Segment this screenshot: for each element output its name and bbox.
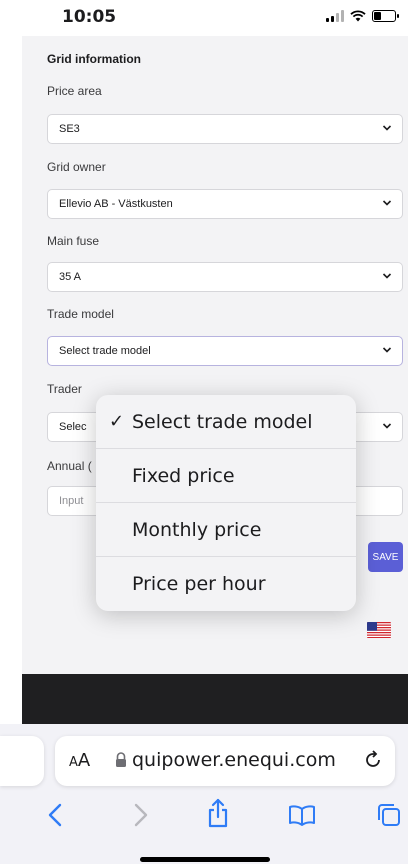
- main-fuse-select[interactable]: 35 A: [47, 262, 403, 292]
- reader-settings-button[interactable]: AA: [69, 750, 90, 771]
- trader-value: Selec: [59, 421, 87, 433]
- chevron-down-icon: [382, 347, 392, 353]
- trade-model-dropdown: ✓ Select trade model Fixed price Monthly…: [96, 395, 356, 611]
- price-area-select[interactable]: SE3: [47, 114, 403, 144]
- browser-nav-icons: [0, 798, 408, 834]
- reload-icon[interactable]: [361, 748, 385, 772]
- dropdown-option-label: Select trade model: [132, 410, 313, 433]
- main-fuse-value: 35 A: [59, 271, 82, 283]
- home-indicator: [140, 857, 270, 862]
- section-title: Grid information: [47, 52, 141, 66]
- price-area-value: SE3: [59, 123, 80, 135]
- chevron-down-icon: [382, 125, 392, 131]
- dropdown-option-monthly-price[interactable]: Monthly price: [96, 503, 356, 557]
- page-footer-band: [22, 674, 408, 724]
- annual-consumption-placeholder: Input: [59, 495, 84, 507]
- checkmark-icon: ✓: [109, 411, 125, 432]
- lock-icon: [116, 752, 126, 767]
- save-button[interactable]: SAVE: [368, 542, 403, 572]
- address-bar[interactable]: AA quipower.enequi.com: [55, 736, 395, 786]
- dropdown-option-select-trade-model[interactable]: ✓ Select trade model: [96, 395, 356, 449]
- wifi-icon: [350, 10, 366, 22]
- dropdown-option-fixed-price[interactable]: Fixed price: [96, 449, 356, 503]
- price-area-label: Price area: [47, 84, 102, 98]
- forward-icon[interactable]: [132, 802, 150, 828]
- status-bar: 10:05: [0, 0, 408, 36]
- chevron-down-icon: [382, 423, 392, 429]
- dropdown-option-label: Monthly price: [132, 518, 262, 541]
- trade-model-label: Trade model: [47, 307, 114, 321]
- grid-owner-label: Grid owner: [47, 160, 106, 174]
- status-icons: [326, 10, 399, 22]
- browser-toolbar: AA quipower.enequi.com: [0, 724, 408, 864]
- main-fuse-label: Main fuse: [47, 234, 100, 248]
- dropdown-option-label: Fixed price: [132, 464, 235, 487]
- grid-owner-value: Ellevio AB - Västkusten: [59, 198, 173, 210]
- back-icon[interactable]: [46, 802, 64, 828]
- bookmarks-icon[interactable]: [288, 804, 316, 826]
- dropdown-option-label: Price per hour: [132, 573, 266, 595]
- tabs-icon[interactable]: [376, 802, 402, 828]
- dropdown-option-price-per-hour[interactable]: Price per hour: [96, 557, 356, 611]
- trader-label: Trader: [47, 382, 82, 396]
- us-flag-icon[interactable]: [367, 622, 391, 638]
- grid-owner-select[interactable]: Ellevio AB - Västkusten: [47, 189, 403, 219]
- url-text: quipower.enequi.com: [132, 749, 336, 771]
- chevron-down-icon: [382, 200, 392, 206]
- trade-model-value: Select trade model: [59, 345, 151, 357]
- chevron-down-icon: [382, 273, 392, 279]
- battery-icon: [372, 10, 399, 22]
- signal-icon: [326, 10, 344, 22]
- annual-consumption-label: Annual (: [47, 459, 92, 473]
- share-icon[interactable]: [206, 798, 230, 828]
- previous-tab-pill[interactable]: [0, 736, 44, 786]
- status-time: 10:05: [62, 7, 117, 27]
- trade-model-select[interactable]: Select trade model: [47, 336, 403, 366]
